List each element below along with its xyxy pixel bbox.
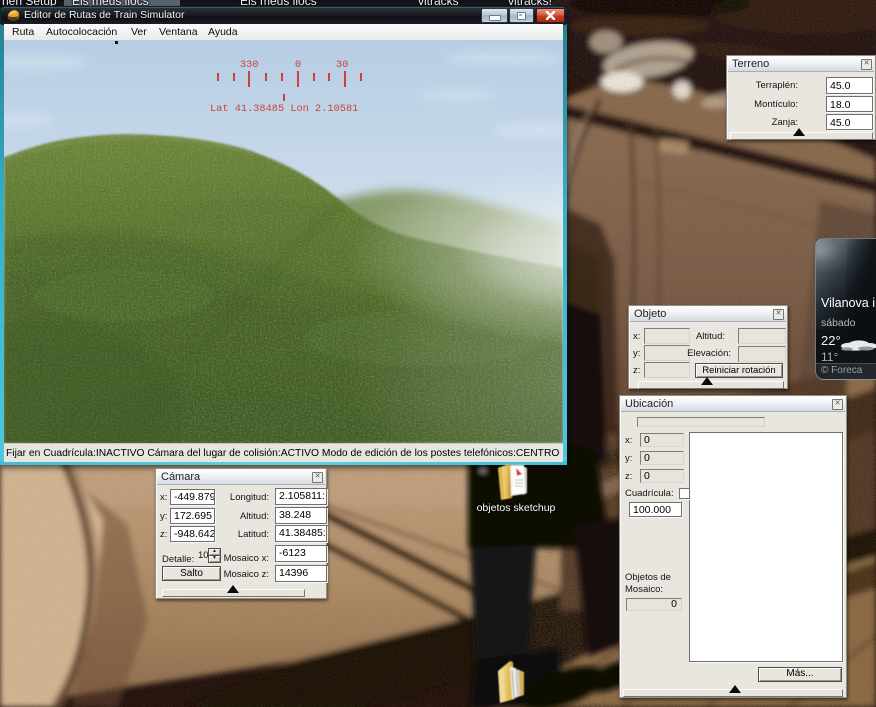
svg-text:0: 0: [295, 59, 301, 71]
svg-text:30: 30: [336, 59, 348, 71]
svg-text:330: 330: [240, 59, 259, 71]
svg-text:Lat 41.38485 Lon 2.10581: Lat 41.38485 Lon 2.10581: [210, 103, 358, 115]
